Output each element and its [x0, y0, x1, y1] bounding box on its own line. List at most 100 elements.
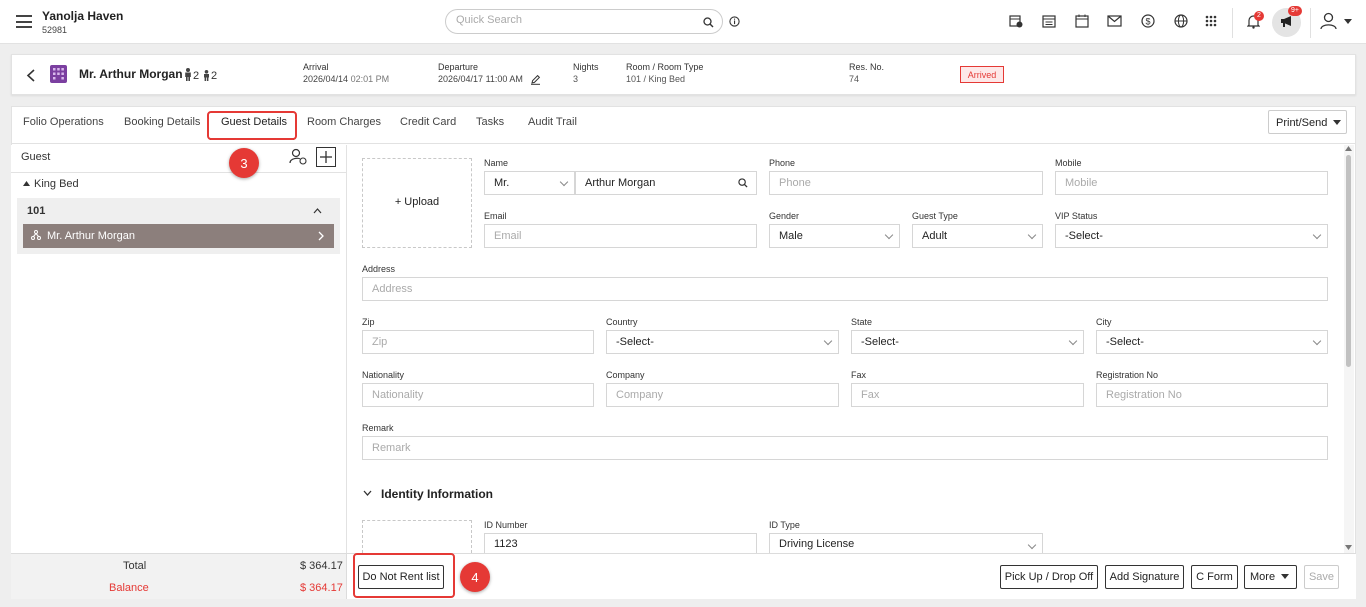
id-number-field[interactable]: 1123: [484, 533, 757, 553]
tab-credit-card[interactable]: Credit Card: [400, 116, 456, 128]
scroll-down-icon[interactable]: [1345, 545, 1352, 550]
divider: [1232, 8, 1233, 38]
total-label: Total: [123, 560, 147, 572]
guest-panel-title: Guest: [21, 151, 51, 163]
registration-no-field[interactable]: [1096, 383, 1328, 407]
reservation-bar: Mr. Arthur Morgan 2 2 Arrival 2026/04/14…: [11, 54, 1356, 95]
name-search-icon[interactable]: [738, 178, 748, 188]
salutation-select[interactable]: Mr.: [484, 171, 575, 195]
pickup-dropoff-button[interactable]: Pick Up / Drop Off: [1000, 565, 1098, 589]
notification-badge: 2: [1254, 11, 1264, 21]
tab-room-charges[interactable]: Room Charges: [307, 116, 381, 128]
quick-search-input[interactable]: [456, 14, 686, 26]
room-number[interactable]: 101: [27, 205, 45, 217]
identity-collapse-icon[interactable]: [363, 490, 372, 496]
departure-time: 11:00 AM: [485, 74, 523, 84]
vip-status-value: -Select-: [1065, 230, 1103, 242]
megaphone-icon: [1281, 16, 1291, 27]
id-number-value: 1123: [494, 537, 518, 550]
adult-count: 2: [193, 70, 200, 82]
registration-no-label: Registration No: [1096, 370, 1159, 380]
chevron-down-icon: [559, 177, 569, 187]
mobile-label: Mobile: [1055, 158, 1082, 168]
globe-icon[interactable]: [1174, 14, 1188, 28]
vip-status-select[interactable]: -Select-: [1055, 224, 1328, 248]
chevron-up-icon[interactable]: [313, 208, 322, 214]
add-signature-button[interactable]: Add Signature: [1105, 565, 1184, 589]
address-field[interactable]: [362, 277, 1328, 301]
gender-select[interactable]: Male: [769, 224, 900, 248]
scroll-up-icon[interactable]: [1345, 146, 1352, 151]
guest-list-panel: Guest King Bed 101 Mr. Arthur Morgan: [11, 145, 347, 553]
salutation-value: Mr.: [494, 177, 510, 189]
email-field[interactable]: [484, 224, 757, 248]
chevron-down-icon: [884, 230, 894, 240]
highlight-do-not-rent: [353, 553, 455, 598]
c-form-button[interactable]: C Form: [1191, 565, 1238, 589]
save-button[interactable]: Save: [1304, 565, 1339, 589]
back-arrow-icon[interactable]: [26, 69, 36, 82]
name-label: Name: [484, 158, 509, 168]
edit-pencil-icon[interactable]: [530, 74, 541, 85]
vip-status-label: VIP Status: [1055, 211, 1098, 221]
announcement-badge: 9+: [1288, 6, 1302, 16]
id-upload-area[interactable]: [362, 520, 472, 553]
top-bar: Yanolja Haven 52981 $ 2 9+: [0, 0, 1366, 44]
child-count: 2: [211, 70, 218, 82]
zip-field[interactable]: [362, 330, 594, 354]
tab-audit-trail[interactable]: Audit Trail: [528, 116, 577, 128]
mobile-field[interactable]: [1055, 171, 1328, 195]
chevron-down-icon: [1312, 230, 1322, 240]
photo-upload-area[interactable]: + Upload: [362, 158, 472, 248]
res-no-label: Res. No.: [849, 62, 885, 72]
divider: [11, 172, 347, 173]
chevron-down-icon: [1027, 540, 1037, 550]
arrival-date: 2026/04/14: [303, 74, 349, 84]
id-number-label: ID Number: [484, 520, 528, 530]
company-field[interactable]: [606, 383, 839, 407]
id-type-select[interactable]: Driving License: [769, 533, 1043, 553]
user-icon[interactable]: [1320, 12, 1337, 30]
guest-type-value: Adult: [922, 230, 948, 242]
swap-guest-icon[interactable]: [289, 148, 307, 165]
fax-field[interactable]: [851, 383, 1084, 407]
tab-tasks[interactable]: Tasks: [476, 116, 504, 128]
phone-field[interactable]: [769, 171, 1043, 195]
nationality-field[interactable]: [362, 383, 594, 407]
guest-type-select[interactable]: Adult: [912, 224, 1043, 248]
chevron-down-icon: [1027, 230, 1037, 240]
mail-icon[interactable]: [1107, 15, 1122, 27]
user-menu-caret-icon[interactable]: [1344, 19, 1352, 24]
step-marker-3: 3: [229, 148, 259, 178]
name-field[interactable]: Arthur Morgan: [575, 171, 757, 195]
guest-name: Mr. Arthur Morgan: [79, 67, 183, 81]
state-select[interactable]: -Select-: [851, 330, 1084, 354]
calendar-clock-icon[interactable]: [1009, 14, 1023, 28]
more-button[interactable]: More: [1244, 565, 1297, 589]
scrollbar-thumb[interactable]: [1346, 155, 1351, 367]
calendar-icon[interactable]: [1075, 14, 1089, 28]
arrival-time: 02:01 PM: [350, 74, 390, 84]
info-icon[interactable]: [729, 16, 740, 27]
country-select[interactable]: -Select-: [606, 330, 839, 354]
name-value: Arthur Morgan: [585, 177, 656, 189]
apps-grid-icon[interactable]: [1205, 15, 1217, 27]
chevron-down-icon: [823, 336, 833, 346]
tab-folio-operations[interactable]: Folio Operations: [23, 116, 104, 128]
remark-label: Remark: [362, 423, 394, 433]
city-select[interactable]: -Select-: [1096, 330, 1328, 354]
room-label: Room / Room Type: [626, 62, 704, 72]
calendar-list-icon[interactable]: [1042, 14, 1056, 28]
menu-icon[interactable]: [16, 15, 32, 28]
guest-list-name: Mr. Arthur Morgan: [47, 230, 136, 242]
room-type-group[interactable]: King Bed: [34, 178, 79, 190]
city-label: City: [1096, 317, 1112, 327]
tab-booking-details[interactable]: Booking Details: [124, 116, 200, 128]
currency-icon[interactable]: $: [1141, 14, 1155, 28]
collapse-triangle-icon[interactable]: [23, 181, 30, 186]
search-icon[interactable]: [703, 17, 714, 28]
remark-field[interactable]: [362, 436, 1328, 460]
arrival-label: Arrival: [303, 62, 329, 72]
print-send-caret-icon: [1333, 120, 1341, 125]
hotel-code: 52981: [42, 25, 68, 35]
